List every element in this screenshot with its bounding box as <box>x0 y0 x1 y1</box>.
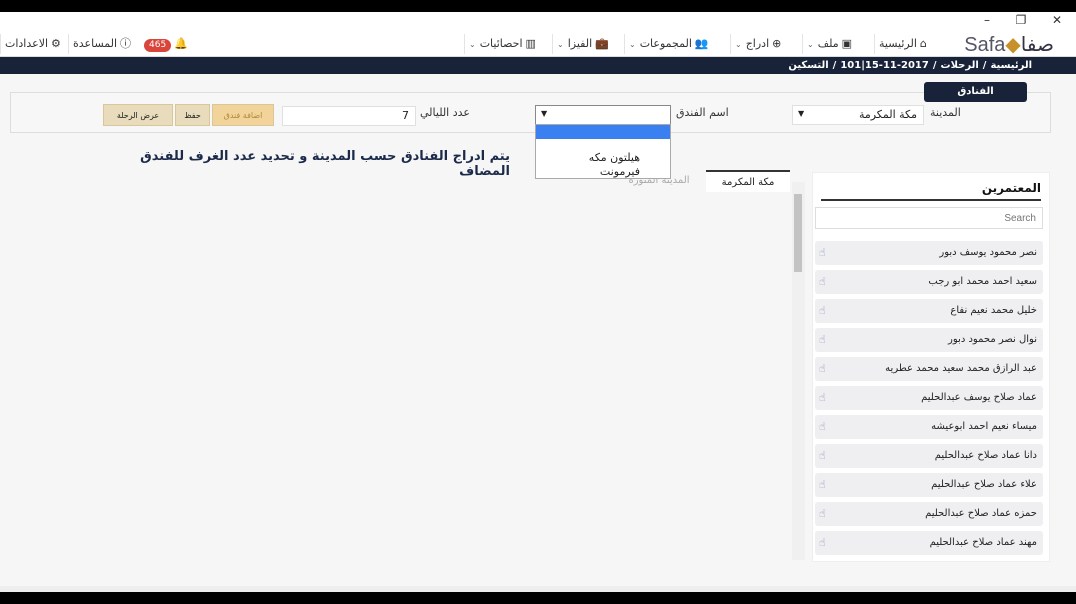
hotel-name-label: اسم الفندق <box>676 106 729 119</box>
drag-hand-icon[interactable]: ☝ <box>819 444 826 468</box>
pilgrim-item[interactable]: عماد صلاح يوسف عبدالحليم ☝ <box>815 386 1043 410</box>
scrollbar-thumb[interactable] <box>794 194 802 272</box>
add-hotel-button[interactable]: اضافة فندق <box>212 104 274 126</box>
home-icon: ⌂ <box>919 37 927 50</box>
chevron-down-icon: ⌄ <box>807 40 814 49</box>
pilgrim-item[interactable]: عبد الرازق محمد سعيد محمد عطريه ☝ <box>815 357 1043 381</box>
search-input[interactable] <box>815 207 1043 229</box>
pilgrim-name: سعيد احمد محمد ابو رجب <box>928 276 1037 287</box>
notifications-button[interactable]: 465 🔔 <box>140 34 195 54</box>
city-select[interactable]: مكة المكرمة ▼ <box>792 105 924 125</box>
pilgrims-panel: المعتمرين نصر محمود يوسف دبور☝سعيد احمد … <box>812 172 1050 562</box>
drag-hand-icon[interactable]: ☝ <box>819 473 826 497</box>
breadcrumb-home[interactable]: الرئيسية <box>990 60 1032 71</box>
drag-hand-icon[interactable]: ☝ <box>819 328 826 352</box>
pilgrim-name: دانا عماد صلاح عبدالحليم <box>934 450 1037 461</box>
dropdown-option-empty[interactable] <box>536 125 670 139</box>
chevron-down-icon: ⌄ <box>735 40 742 49</box>
chevron-down-icon: ⌄ <box>557 40 564 49</box>
pilgrim-item[interactable]: دانا عماد صلاح عبدالحليم ☝ <box>815 444 1043 468</box>
drag-hand-icon[interactable]: ☝ <box>819 357 826 381</box>
menu-insert[interactable]: ⌄ ادراج ⊕ <box>730 34 788 54</box>
hotel-select[interactable]: ▼ <box>535 105 671 125</box>
app-window: – ❐ ✕ Safa◆صفا الرئيسية ⌂ ⌄ ملف ▣ ⌄ ادراج ⊕ ⌄… <box>0 12 1076 592</box>
pilgrim-item[interactable]: علاء عماد صلاح عبدالحليم ☝ <box>815 473 1043 497</box>
pilgrim-name: علاء عماد صلاح عبدالحليم <box>931 479 1037 490</box>
folder-icon: ▣ <box>841 37 853 50</box>
plus-circle-icon: ⊕ <box>772 37 782 50</box>
pilgrim-item[interactable]: خليل محمد نعيم نفاع ☝ <box>815 299 1043 323</box>
dropdown-option[interactable]: فيرمونت <box>536 165 670 179</box>
status-bar <box>0 586 1076 592</box>
pilgrim-item[interactable]: ميساء نعيم احمد ابوعيشه ☝ <box>815 415 1043 439</box>
breadcrumb: الرئيسية/الرحلات/2017-11-15|101/التسكين <box>0 57 1076 74</box>
chevron-down-icon: ⌄ <box>469 40 476 49</box>
instructions-heading: يتم ادراج الفنادق حسب المدينة و تحديد عد… <box>140 149 510 179</box>
restore-button[interactable]: ❐ <box>1006 12 1036 30</box>
pilgrim-item[interactable]: نوال نصر محمود دبور ☝ <box>815 328 1043 352</box>
help-button[interactable]: المساعدة ⓘ <box>68 34 138 54</box>
dropdown-arrow-icon: ▼ <box>541 109 548 118</box>
menu-file[interactable]: ⌄ ملف ▣ <box>802 34 859 54</box>
dropdown-option[interactable]: هيلتون مكه <box>536 151 670 165</box>
info-icon: ⓘ <box>120 37 132 50</box>
logo: Safa◆صفا <box>964 32 1054 56</box>
city-label: المدينة <box>930 106 961 119</box>
pilgrims-title: المعتمرين <box>821 181 1041 201</box>
drag-hand-icon[interactable]: ☝ <box>819 531 826 555</box>
bell-icon: 🔔 <box>174 37 188 50</box>
pilgrim-item[interactable]: مهند عماد صلاح عبدالحليم ☝ <box>815 531 1043 555</box>
pilgrim-name: نصر محمود يوسف دبور <box>939 247 1037 258</box>
pilgrim-item[interactable]: نصر محمود يوسف دبور ☝ <box>815 241 1043 265</box>
chevron-down-icon: ⌄ <box>629 40 636 49</box>
drag-hand-icon[interactable]: ☝ <box>819 241 826 265</box>
menu-home[interactable]: الرئيسية ⌂ <box>874 34 934 54</box>
view-trip-button[interactable]: عرض الرحلة <box>103 104 173 126</box>
breadcrumb-trips[interactable]: الرحلات <box>941 60 979 71</box>
users-icon: 👥 <box>694 37 709 50</box>
tab-makkah[interactable]: مكة المكرمة <box>706 170 790 192</box>
pilgrim-item[interactable]: سعيد احمد محمد ابو رجب ☝ <box>815 270 1043 294</box>
settings-button[interactable]: الاعدادات ⚙ <box>0 34 68 54</box>
drag-hand-icon[interactable]: ☝ <box>819 502 826 526</box>
toolbar: Safa◆صفا الرئيسية ⌂ ⌄ ملف ▣ ⌄ ادراج ⊕ ⌄ المجمو… <box>0 30 1076 57</box>
pilgrim-item[interactable]: حمزه عماد صلاح عبدالحليم ☝ <box>815 502 1043 526</box>
menu-visa[interactable]: ⌄ الفيزا 💼 <box>552 34 616 54</box>
notification-badge: 465 <box>144 39 172 52</box>
title-bar: – ❐ ✕ <box>0 12 1076 30</box>
minimize-button[interactable]: – <box>972 12 1002 30</box>
pilgrim-name: عماد صلاح يوسف عبدالحليم <box>921 392 1037 403</box>
nights-label: عدد الليالي <box>420 106 470 119</box>
menu-groups[interactable]: ⌄ المجموعات 👥 <box>624 34 716 54</box>
close-button[interactable]: ✕ <box>1042 12 1072 30</box>
pilgrim-name: نوال نصر محمود دبور <box>948 334 1037 345</box>
nights-input[interactable]: 7 <box>282 106 416 126</box>
drag-hand-icon[interactable]: ☝ <box>819 386 826 410</box>
pilgrim-name: مهند عماد صلاح عبدالحليم <box>929 537 1037 548</box>
pilgrim-name: خليل محمد نعيم نفاع <box>950 305 1037 316</box>
scrollbar[interactable] <box>792 182 805 560</box>
drag-hand-icon[interactable]: ☝ <box>819 270 826 294</box>
hotels-tab[interactable]: الفنادق <box>924 82 1027 102</box>
gear-icon: ⚙ <box>51 37 61 50</box>
hotel-dropdown-list: هيلتون مكه فيرمونت <box>535 124 671 179</box>
pilgrim-name: عبد الرازق محمد سعيد محمد عطريه <box>885 363 1037 374</box>
pilgrim-name: حمزه عماد صلاح عبدالحليم <box>925 508 1037 519</box>
briefcase-icon: 💼 <box>595 37 609 50</box>
drag-hand-icon[interactable]: ☝ <box>819 299 826 323</box>
drag-hand-icon[interactable]: ☝ <box>819 415 826 439</box>
dropdown-arrow-icon: ▼ <box>798 109 805 118</box>
pilgrim-name: ميساء نعيم احمد ابوعيشه <box>931 421 1037 432</box>
breadcrumb-trip[interactable]: 2017-11-15|101 <box>840 60 929 71</box>
breadcrumb-current: التسكين <box>788 60 829 71</box>
menu-stats[interactable]: ⌄ احصائيات ▥ <box>464 34 543 54</box>
bar-chart-icon: ▥ <box>525 37 536 50</box>
save-button[interactable]: حفظ <box>175 104 210 126</box>
